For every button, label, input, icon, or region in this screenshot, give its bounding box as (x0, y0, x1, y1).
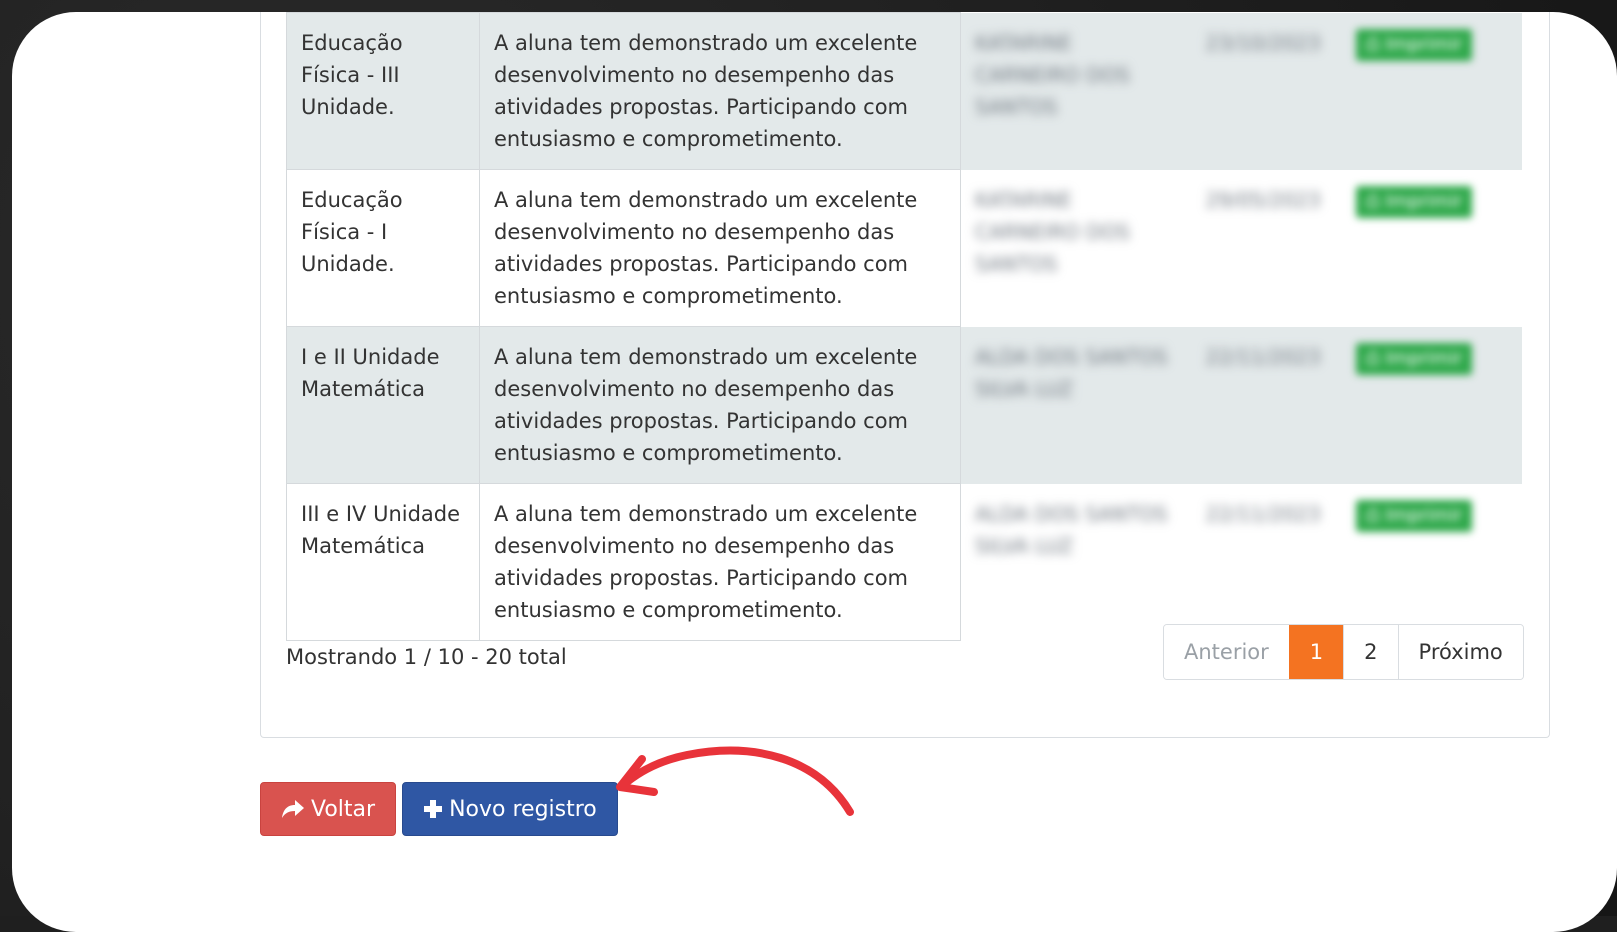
new-record-button-label: Novo registro (449, 796, 597, 822)
teacher-cell: ALDA DOS SANTOS SILVA LUZ (975, 344, 1168, 401)
teacher-cell: ALDA DOS SANTOS SILVA LUZ (975, 501, 1168, 558)
discipline-cell: Educação Física - I Unidade. (286, 169, 480, 327)
share-arrow-icon (282, 800, 304, 818)
description-cell: A aluna tem demonstrado um excelente des… (479, 326, 961, 484)
back-button[interactable]: Voltar (260, 782, 397, 836)
pagination: Anterior 1 2 Próximo (1163, 624, 1524, 680)
description-cell: A aluna tem demonstrado um excelente des… (479, 169, 961, 327)
pager-info: Mostrando 1 / 10 - 20 total (286, 645, 567, 669)
new-record-button[interactable]: Novo registro (402, 782, 618, 836)
print-button[interactable]: ⎙ Imprimir (1355, 185, 1473, 218)
annotation-arrow-icon (616, 746, 854, 816)
table-row: Educação Física - I Unidade. A aluna tem… (286, 169, 1522, 327)
description-cell: A aluna tem demonstrado um excelente des… (479, 483, 961, 641)
screen-card: Educação Física - III Unidade. A aluna t… (12, 12, 1617, 932)
print-button-label: Imprimir (1385, 190, 1463, 212)
print-button[interactable]: ⎙ Imprimir (1355, 342, 1473, 375)
date-cell: 29/05/2023 (1205, 187, 1321, 212)
print-button[interactable]: ⎙ Imprimir (1355, 499, 1473, 532)
pagination-next[interactable]: Próximo (1397, 625, 1523, 679)
date-cell: 22/11/2023 (1205, 344, 1321, 369)
action-buttons: Voltar Novo registro (260, 782, 618, 836)
plus-icon (424, 800, 443, 818)
description-cell: A aluna tem demonstrado um excelente des… (479, 12, 961, 170)
date-cell: 22/11/2023 (1205, 501, 1321, 526)
pagination-prev[interactable]: Anterior (1164, 625, 1289, 679)
teacher-cell: KATARINE CARNEIRO DOS SANTOS (975, 30, 1130, 119)
back-button-label: Voltar (311, 796, 376, 822)
print-button[interactable]: ⎙ Imprimir (1355, 28, 1473, 61)
table-row: III e IV Unidade Matemática A aluna tem … (286, 483, 1522, 641)
pagination-page-2[interactable]: 2 (1343, 625, 1398, 679)
pagination-page-1[interactable]: 1 (1288, 625, 1344, 679)
discipline-cell: Educação Física - III Unidade. (286, 12, 480, 170)
date-cell: 23/10/2023 (1205, 30, 1321, 55)
print-button-label: Imprimir (1385, 347, 1463, 369)
table-row: I e II Unidade Matemática A aluna tem de… (286, 326, 1522, 484)
print-button-label: Imprimir (1385, 33, 1463, 55)
records-table: Educação Física - III Unidade. A aluna t… (286, 12, 1522, 641)
print-button-label: Imprimir (1385, 504, 1463, 526)
discipline-cell: III e IV Unidade Matemática (286, 483, 480, 641)
teacher-cell: KATARINE CARNEIRO DOS SANTOS (975, 187, 1130, 276)
table-row: Educação Física - III Unidade. A aluna t… (286, 12, 1522, 170)
records-panel: Educação Física - III Unidade. A aluna t… (260, 12, 1550, 738)
discipline-cell: I e II Unidade Matemática (286, 326, 480, 484)
